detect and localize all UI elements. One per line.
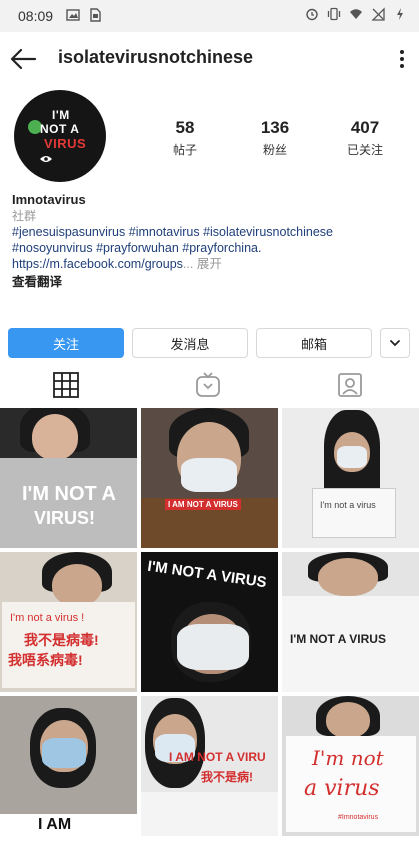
post-tile-5[interactable]: I'M NOT A VIRUS <box>141 552 278 692</box>
status-time: 08:09 <box>18 8 54 24</box>
igtv-icon[interactable] <box>194 372 222 398</box>
message-button[interactable]: 发消息 <box>132 328 248 358</box>
alarm-icon <box>306 8 318 21</box>
post-tile-7[interactable]: I AM <box>0 696 137 836</box>
tagged-icon[interactable] <box>336 372 364 398</box>
stat-posts[interactable]: 58 帖子 <box>145 118 225 158</box>
status-bar: 08:09 <box>0 0 419 32</box>
post-tile-6[interactable]: I'M NOT A VIRUS <box>282 552 419 692</box>
avatar-text-line1: I'M <box>52 108 70 122</box>
bio-hashtags-line1[interactable]: #jenesuispasunvirus #imnotavirus #isolat… <box>12 224 412 240</box>
bio-hashtags-line2[interactable]: #nosoyunvirus #prayforwuhan #prayforchin… <box>12 240 412 256</box>
photo-grid: I'M NOT A VIRUS! I AM NOT A VIRUS I'm no… <box>0 408 419 852</box>
sign-text: I AM <box>38 816 72 833</box>
see-translation-link[interactable]: 查看翻译 <box>12 274 412 290</box>
sim-icon <box>90 8 101 22</box>
bio-expand-link[interactable]: ... 展开 <box>183 257 222 271</box>
stat-followers[interactable]: 136 粉丝 <box>235 118 315 158</box>
sign-text: VIRUS! <box>34 508 96 528</box>
back-arrow-icon[interactable] <box>8 44 38 74</box>
sign-text: I'm not <box>312 746 384 770</box>
post-tile-1[interactable]: I'M NOT A VIRUS! <box>0 408 137 548</box>
grid-icon[interactable] <box>52 372 80 398</box>
post-tile-9[interactable]: I'm not a virus #Imnotavirus <box>282 696 419 836</box>
stat-following[interactable]: 407 已关注 <box>325 118 405 158</box>
stat-following-value: 407 <box>350 118 380 137</box>
avatar-text-line3: VIRUS <box>44 136 87 151</box>
battery-charging-icon <box>397 8 403 20</box>
sign-text: 我不是病! <box>201 770 253 784</box>
stat-posts-value: 58 <box>175 118 195 137</box>
sign-text: I AM NOT A VIRUS <box>165 499 241 510</box>
more-vertical-icon[interactable] <box>391 44 413 74</box>
follow-button[interactable]: 关注 <box>8 328 124 358</box>
sign-text: 我唔系病毒! <box>8 652 83 668</box>
chevron-down-icon <box>390 340 400 347</box>
eye-icon <box>40 156 52 162</box>
image-icon <box>66 9 80 21</box>
sign-text: I'm not a virus ! <box>10 612 85 624</box>
post-tile-3[interactable]: I'm not a virus <box>282 408 419 548</box>
profile-username: isolatevirusnotchinese <box>58 47 254 67</box>
bio-name: Imnotavirus <box>12 192 86 207</box>
profile-avatar[interactable]: I'M NOT A VIRUS <box>14 90 106 182</box>
vibrate-icon <box>327 7 341 21</box>
bio-link-row: https://m.facebook.com/groups... 展开 <box>12 256 412 272</box>
sign-text: 我不是病毒! <box>24 632 99 648</box>
profile-actions: 关注 发消息 邮箱 <box>8 328 410 358</box>
post-tile-4[interactable]: I'm not a virus ! 我不是病毒! 我唔系病毒! <box>0 552 137 692</box>
sign-text: I'M NOT A VIRUS <box>146 557 268 592</box>
profile-bio: Imnotavirus 社群 #jenesuispasunvirus #imno… <box>12 192 412 290</box>
avatar-text-line2: NOT A <box>40 122 80 136</box>
stat-following-label: 已关注 <box>346 143 383 157</box>
post-tile-2[interactable]: I AM NOT A VIRUS <box>141 408 278 548</box>
sign-text: a virus <box>304 776 380 801</box>
stat-posts-label: 帖子 <box>172 143 197 157</box>
profile-header: isolatevirusnotchinese <box>0 36 419 82</box>
email-button[interactable]: 邮箱 <box>256 328 372 358</box>
wifi-icon <box>350 9 362 19</box>
sign-text: I AM NOT A VIRU <box>169 750 266 764</box>
sign-text: I'm not a virus <box>320 500 376 510</box>
bio-link[interactable]: https://m.facebook.com/groups <box>12 257 183 271</box>
sign-text: #Imnotavirus <box>338 814 379 821</box>
sign-text: I'M NOT A <box>22 483 117 505</box>
sign-text: I'M NOT A VIRUS <box>290 632 386 646</box>
stat-followers-value: 136 <box>260 118 290 137</box>
bio-category: 社群 <box>12 209 37 223</box>
profile-stats: 58 帖子 136 粉丝 407 已关注 <box>140 118 410 158</box>
post-tile-8[interactable]: I AM NOT A VIRU 我不是病! <box>141 696 278 836</box>
profile-tabs <box>0 364 419 406</box>
suggested-accounts-button[interactable] <box>380 328 410 358</box>
stat-followers-label: 粉丝 <box>262 143 287 157</box>
signal-off-icon <box>371 7 385 21</box>
